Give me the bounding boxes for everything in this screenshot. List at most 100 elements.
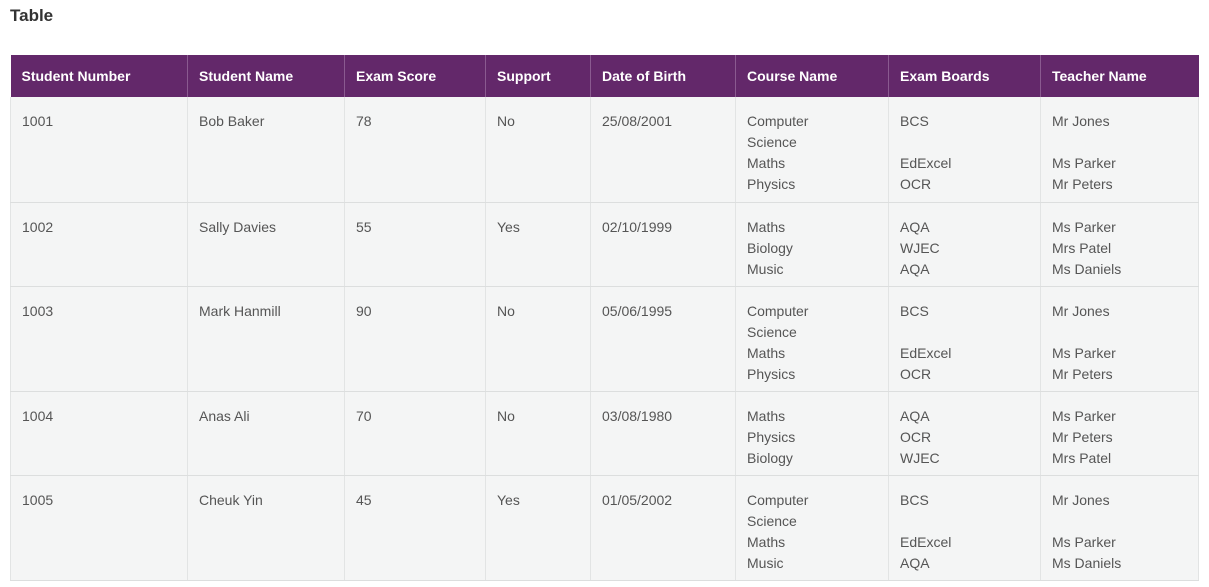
support-cell: Yes — [485, 202, 591, 287]
column-header-student-number[interactable]: Student Number — [10, 55, 188, 97]
date-of-birth-cell: 01/05/2002 — [590, 475, 736, 581]
course-name-line: Biology — [747, 449, 793, 466]
course-name-line: Maths — [747, 533, 786, 550]
course-name-cell: Computer Science Maths Music — [735, 475, 889, 581]
course-name-cell: Computer Science Maths Physics — [735, 286, 889, 392]
course-name-line: Science — [747, 134, 797, 150]
exam-boards-cell: BCS EdExcel OCR — [888, 286, 1041, 392]
exam-board-line — [900, 322, 1040, 343]
table-row: 1004 Anas Ali 70 No 03/08/1980 Maths Physics Bi… — [10, 391, 1199, 476]
exam-board-line: EdExcel — [900, 533, 952, 550]
date-of-birth-cell: 02/10/1999 — [590, 202, 736, 287]
teacher-name-line: Mr Jones — [1052, 302, 1110, 319]
exam-board-line: AQA — [900, 260, 930, 277]
teacher-name-line: Ms Parker — [1052, 533, 1116, 550]
teacher-name-line: Mr Jones — [1052, 113, 1110, 129]
support-cell: No — [485, 391, 591, 476]
teacher-name-cell: Mr Jones Ms Parker Mr Peters — [1040, 286, 1199, 392]
course-name-line: Physics — [747, 176, 796, 192]
student-name-cell: Sally Davies — [187, 202, 345, 287]
exam-boards-cell: BCS EdExcel AQA — [888, 475, 1041, 581]
course-name-line: Computer — [747, 491, 809, 508]
exam-board-line: EdExcel — [900, 155, 952, 171]
student-number-cell: 1005 — [10, 475, 188, 581]
exam-board-line: EdExcel — [900, 344, 952, 361]
course-name-line: Science — [747, 512, 797, 529]
column-header-date-of-birth[interactable]: Date of Birth — [590, 55, 736, 97]
exam-score-cell: 45 — [344, 475, 486, 581]
teacher-name-line: Mr Peters — [1052, 365, 1113, 382]
table-row: 1003 Mark Hanmill 90 No 05/06/1995 Computer Sc… — [10, 286, 1199, 392]
exam-board-line: OCR — [900, 176, 932, 192]
course-name-line: Computer — [747, 302, 809, 319]
teacher-name-cell: Ms Parker Mr Peters Mrs Patel — [1040, 391, 1199, 476]
exam-board-line: AQA — [900, 407, 930, 424]
course-name-line: Maths — [747, 218, 786, 235]
student-name-cell: Cheuk Yin — [187, 475, 345, 581]
page-title: Table — [10, 6, 54, 25]
course-name-line: Maths — [747, 155, 786, 171]
column-header-course-name[interactable]: Course Name — [735, 55, 889, 97]
student-table: Student Number Student Name Exam Score S… — [10, 55, 1199, 581]
exam-board-line: BCS — [900, 302, 929, 319]
teacher-name-line — [1052, 511, 1198, 532]
exam-score-cell: 78 — [344, 97, 486, 203]
teacher-name-line — [1052, 132, 1198, 153]
exam-board-line — [900, 132, 1040, 153]
teacher-name-cell: Ms Parker Mrs Patel Ms Daniels — [1040, 202, 1199, 287]
course-name-line: Physics — [747, 428, 796, 445]
student-number-cell: 1003 — [10, 286, 188, 392]
course-name-line: Maths — [747, 344, 786, 361]
exam-board-line: AQA — [900, 218, 930, 235]
date-of-birth-cell: 03/08/1980 — [590, 391, 736, 476]
support-cell: No — [485, 286, 591, 392]
course-name-line: Computer — [747, 113, 809, 129]
exam-board-line: OCR — [900, 365, 932, 382]
student-number-cell: 1002 — [10, 202, 188, 287]
teacher-name-line: Mrs Patel — [1052, 239, 1112, 256]
course-name-line: Maths — [747, 407, 786, 424]
teacher-name-line: Ms Parker — [1052, 218, 1116, 235]
course-name-line: Biology — [747, 239, 793, 256]
exam-boards-cell: AQA WJEC AQA — [888, 202, 1041, 287]
table-row: 1005 Cheuk Yin 45 Yes 01/05/2002 Computer Scie… — [10, 475, 1199, 581]
exam-board-line: WJEC — [900, 239, 940, 256]
exam-score-cell: 55 — [344, 202, 486, 287]
course-name-line: Music — [747, 260, 784, 277]
teacher-name-line: Mr Peters — [1052, 176, 1113, 192]
course-name-line: Music — [747, 554, 784, 571]
course-name-cell: Computer Science Maths Physics — [735, 97, 889, 203]
teacher-name-line: Mr Peters — [1052, 428, 1113, 445]
exam-board-line: WJEC — [900, 449, 940, 466]
teacher-name-line: Ms Daniels — [1052, 554, 1122, 571]
table-row: 1002 Sally Davies 55 Yes 02/10/1999 Maths Biol… — [10, 202, 1199, 287]
exam-board-line: BCS — [900, 491, 929, 508]
column-header-exam-score[interactable]: Exam Score — [344, 55, 486, 97]
exam-board-line: AQA — [900, 554, 930, 571]
page: Table Student Number Student Name Exam S… — [0, 0, 1209, 587]
column-header-exam-boards[interactable]: Exam Boards — [888, 55, 1041, 97]
student-number-cell: 1004 — [10, 391, 188, 476]
date-of-birth-cell: 25/08/2001 — [590, 97, 736, 203]
support-cell: Yes — [485, 475, 591, 581]
course-name-line: Physics — [747, 365, 796, 382]
course-name-cell: Maths Physics Biology — [735, 391, 889, 476]
exam-score-cell: 90 — [344, 286, 486, 392]
date-of-birth-cell: 05/06/1995 — [590, 286, 736, 392]
teacher-name-cell: Mr Jones Ms Parker Mr Peters — [1040, 97, 1199, 203]
table-header-row: Student Number Student Name Exam Score S… — [10, 55, 1199, 97]
exam-board-line — [900, 511, 1040, 532]
column-header-teacher-name[interactable]: Teacher Name — [1040, 55, 1199, 97]
exam-boards-cell: BCS EdExcel OCR — [888, 97, 1041, 203]
exam-score-cell: 70 — [344, 391, 486, 476]
exam-board-line: BCS — [900, 113, 929, 129]
column-header-support[interactable]: Support — [485, 55, 591, 97]
student-name-cell: Anas Ali — [187, 391, 345, 476]
student-name-cell: Mark Hanmill — [187, 286, 345, 392]
course-name-cell: Maths Biology Music — [735, 202, 889, 287]
teacher-name-cell: Mr Jones Ms Parker Ms Daniels — [1040, 475, 1199, 581]
teacher-name-line — [1052, 322, 1198, 343]
teacher-name-line: Mrs Patel — [1052, 449, 1112, 466]
student-number-cell: 1001 — [10, 97, 188, 203]
column-header-student-name[interactable]: Student Name — [187, 55, 345, 97]
